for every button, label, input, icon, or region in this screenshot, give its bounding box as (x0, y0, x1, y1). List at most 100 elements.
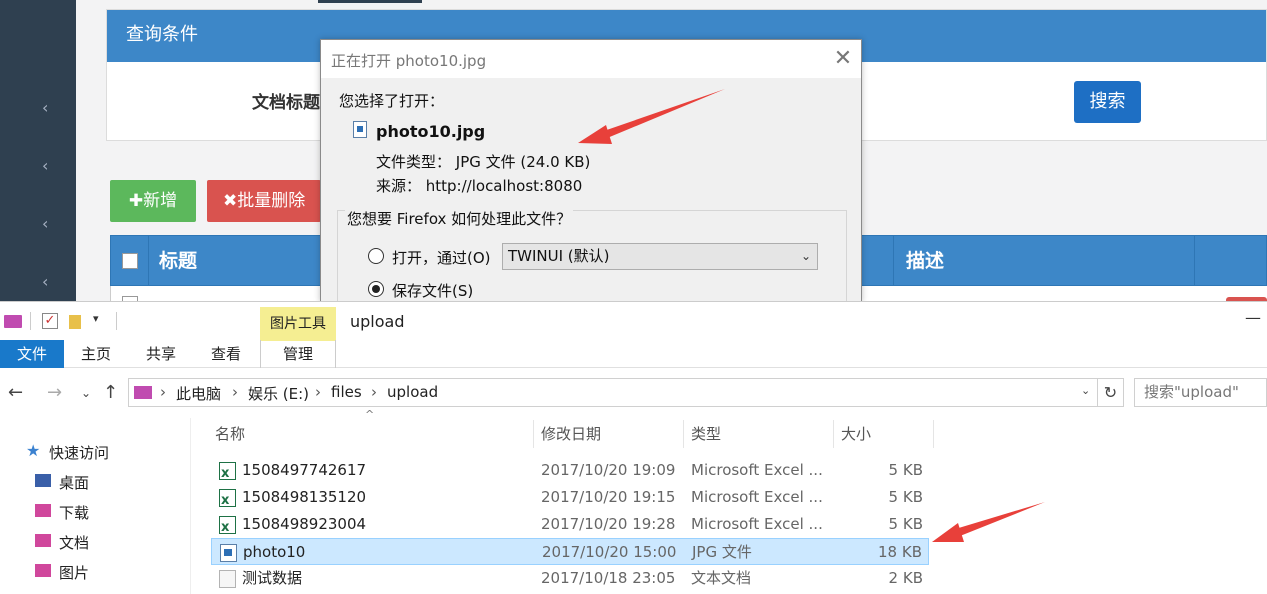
file-date: 2017/10/20 19:15 (541, 488, 676, 506)
quick-access-toolbar: ✓ ▾ 图片工具 upload — (0, 302, 1267, 341)
sort-ascending-icon: ^ (365, 408, 375, 421)
address-row: ← → ⌄ ↑ › 此电脑 › 娱乐 (E:) › files › upload… (0, 376, 1267, 410)
column-name[interactable]: 名称 (215, 420, 245, 448)
file-type: JPG 文件 (692, 543, 752, 561)
collapse-icon[interactable]: ‹ (42, 156, 48, 175)
column-date[interactable]: 修改日期 (541, 420, 601, 448)
picture-tools-context-tab: 图片工具 (260, 307, 336, 341)
file-row-selected[interactable]: photo10 2017/10/20 15:00 JPG 文件 18 KB (211, 538, 929, 565)
open-with-label[interactable]: 打开，通过(O) (392, 247, 491, 268)
downloads-icon (35, 504, 51, 517)
collapse-icon[interactable]: ‹ (42, 98, 48, 117)
address-bar[interactable]: › 此电脑 › 娱乐 (E:) › files › upload ⌄ (128, 378, 1098, 407)
ribbon-tabs: 文件 主页 共享 查看 管理 (0, 340, 1267, 368)
open-with-radio[interactable] (368, 248, 384, 264)
up-icon[interactable]: ↑ (103, 382, 118, 403)
file-size: 2 KB (888, 569, 923, 587)
file-row[interactable]: 1508498135120 2017/10/20 19:15 Microsoft… (211, 484, 929, 514)
excel-file-icon (219, 487, 236, 514)
nav-pictures[interactable]: 图片 (59, 562, 89, 583)
column-type[interactable]: 类型 (691, 420, 721, 448)
breadcrumb-this-pc[interactable]: 此电脑 (176, 383, 221, 404)
minimize-icon[interactable]: — (1245, 308, 1261, 327)
select-all-cell (111, 236, 149, 285)
divider[interactable] (683, 420, 684, 448)
folder-icon (134, 386, 152, 399)
jpg-file-icon (353, 121, 367, 138)
query-title-label: 文档标题 (252, 93, 320, 113)
window-title: upload (350, 312, 405, 331)
star-icon: ★ (26, 441, 41, 460)
file-row[interactable]: 1508497742617 2017/10/20 19:09 Microsoft… (211, 457, 929, 487)
file-date: 2017/10/18 23:05 (541, 569, 676, 587)
dialog-filename: photo10.jpg (376, 122, 486, 141)
tab-share[interactable]: 共享 (146, 340, 176, 368)
firefox-open-dialog: 正在打开 photo10.jpg ✕ 您选择了打开： photo10.jpg 文… (320, 39, 862, 302)
you-chose-label: 您选择了打开： (339, 92, 445, 110)
sidebar: ‹ ‹ ‹ ‹ (0, 0, 76, 301)
file-name: photo10 (243, 543, 306, 561)
back-icon[interactable]: ← (8, 382, 23, 403)
documents-icon (35, 534, 51, 547)
excel-file-icon (219, 460, 236, 487)
file-type: Microsoft Excel ... (691, 515, 823, 533)
nav-quick-access[interactable]: 快速访问 (49, 442, 109, 463)
file-size: 18 KB (878, 543, 922, 561)
dialog-title: 正在打开 photo10.jpg (331, 52, 487, 70)
new-folder-icon[interactable] (69, 315, 81, 329)
properties-icon[interactable]: ✓ (42, 313, 58, 329)
text-file-icon (219, 570, 236, 588)
file-row[interactable]: 1508498923004 2017/10/20 19:28 Microsoft… (211, 511, 929, 541)
tab-manage[interactable]: 管理 (260, 340, 336, 368)
refresh-icon[interactable]: ↻ (1098, 378, 1124, 407)
desktop-icon (35, 474, 51, 487)
breadcrumb-files[interactable]: files (331, 383, 362, 401)
folder-icon (4, 315, 22, 328)
collapse-icon[interactable]: ‹ (42, 272, 48, 291)
breadcrumb-separator-icon[interactable]: › (232, 383, 238, 401)
forward-icon[interactable]: → (47, 382, 62, 403)
breadcrumb-separator-icon[interactable]: › (315, 383, 321, 401)
file-type-line: 文件类型： JPG 文件 (24.0 KB) (376, 153, 591, 171)
nav-documents[interactable]: 文档 (59, 532, 89, 553)
column-size[interactable]: 大小 (841, 420, 871, 448)
chevron-down-icon[interactable]: ⌄ (1081, 384, 1090, 397)
divider[interactable] (533, 420, 534, 448)
file-date: 2017/10/20 19:09 (541, 461, 676, 479)
recent-locations-icon[interactable]: ⌄ (81, 386, 91, 400)
file-explorer: ✓ ▾ 图片工具 upload — 文件 主页 共享 查看 管理 ← → ⌄ ↑… (0, 301, 1267, 594)
batch-delete-button[interactable]: ✖批量删除 (207, 180, 321, 222)
handling-question: 您想要 Firefox 如何处理此文件？ (345, 208, 574, 229)
file-type: Microsoft Excel ... (691, 461, 823, 479)
open-with-select[interactable]: TWINUI (默认) ⌄ (502, 243, 818, 270)
select-all-checkbox[interactable] (122, 253, 138, 269)
tab-file[interactable]: 文件 (0, 340, 64, 368)
file-name: 测试数据 (242, 569, 303, 587)
file-date: 2017/10/20 15:00 (542, 543, 677, 561)
customize-toolbar-icon[interactable]: ▾ (93, 312, 99, 325)
nav-desktop[interactable]: 桌面 (59, 472, 89, 493)
file-name: 1508497742617 (242, 461, 367, 479)
add-button[interactable]: ✚新增 (110, 180, 196, 222)
collapse-icon[interactable]: ‹ (42, 214, 48, 233)
file-row[interactable]: 测试数据 2017/10/18 23:05 文本文档 2 KB (211, 565, 929, 592)
breadcrumb-separator-icon[interactable]: › (160, 383, 166, 401)
file-type: Microsoft Excel ... (691, 488, 823, 506)
save-file-radio[interactable] (368, 281, 384, 297)
breadcrumb-drive[interactable]: 娱乐 (E:) (248, 383, 309, 404)
tab-home[interactable]: 主页 (81, 340, 111, 368)
nav-downloads[interactable]: 下载 (59, 502, 89, 523)
divider[interactable] (833, 420, 834, 448)
file-date: 2017/10/20 19:28 (541, 515, 676, 533)
save-file-label[interactable]: 保存文件(S) (392, 280, 473, 301)
divider (116, 312, 117, 330)
breadcrumb-separator-icon[interactable]: › (371, 383, 377, 401)
search-button[interactable]: 搜索 (1074, 81, 1141, 123)
excel-file-icon (219, 514, 236, 541)
jpg-file-icon (220, 544, 237, 562)
divider[interactable] (933, 420, 934, 448)
tab-view[interactable]: 查看 (211, 340, 241, 368)
breadcrumb-upload[interactable]: upload (387, 383, 438, 401)
search-input[interactable]: 搜索"upload" (1134, 378, 1267, 407)
close-icon[interactable]: ✕ (829, 46, 857, 71)
